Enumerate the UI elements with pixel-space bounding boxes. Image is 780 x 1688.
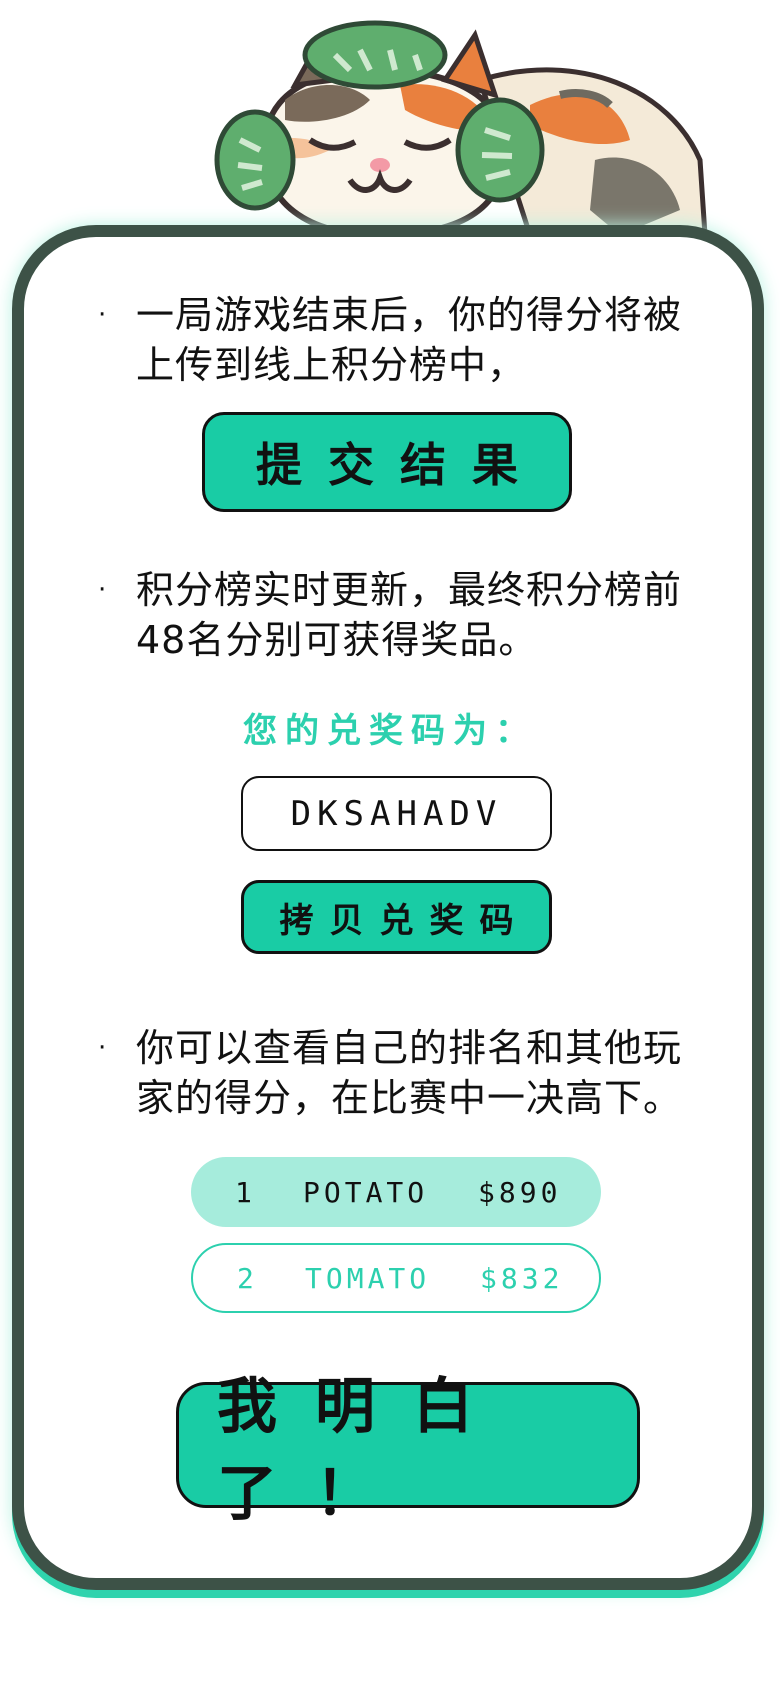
player-score: $832 [480,1261,564,1295]
submit-result-button[interactable]: 提交结果 [202,412,572,512]
rank-number: 1 [235,1175,256,1209]
player-score: $890 [478,1175,562,1209]
player-name: TOMATO [305,1261,431,1295]
leaderboard-info-text: 积分榜实时更新，最终积分榜前48名分别可获得奖品。 [136,568,683,662]
ranking-info-paragraph: · 你可以查看自己的排名和其他玩家的得分，在比赛中一决高下。 [98,1023,718,1123]
rank-number: 2 [237,1261,258,1295]
bullet-point: · [98,575,108,605]
understood-button[interactable]: 我明白了！ [176,1372,640,1529]
intro-text: 一局游戏结束后，你的得分将被上传到线上积分榜中， [136,293,683,387]
bullet-point: · [98,1033,108,1063]
redeem-code-label: 您的兑奖码为： [243,711,537,751]
cat-mascot-illustration [200,10,760,250]
leaderboard-info-paragraph: · 积分榜实时更新，最终积分榜前48名分别可获得奖品。 [98,565,718,665]
bullet-point: · [98,300,108,330]
ranking-info-text: 你可以查看自己的排名和其他玩家的得分，在比赛中一决高下。 [136,1026,683,1120]
redeem-code-field[interactable]: DKSAHADV [241,776,552,851]
leaderboard-row: 1 POTATO $890 [191,1157,601,1227]
player-name: POTATO [303,1175,429,1209]
leaderboard-row: 2 TOMATO $832 [191,1243,601,1313]
copy-code-button[interactable]: 拷贝兑奖码 [241,880,552,954]
intro-paragraph: · 一局游戏结束后，你的得分将被上传到线上积分榜中， [98,290,718,390]
